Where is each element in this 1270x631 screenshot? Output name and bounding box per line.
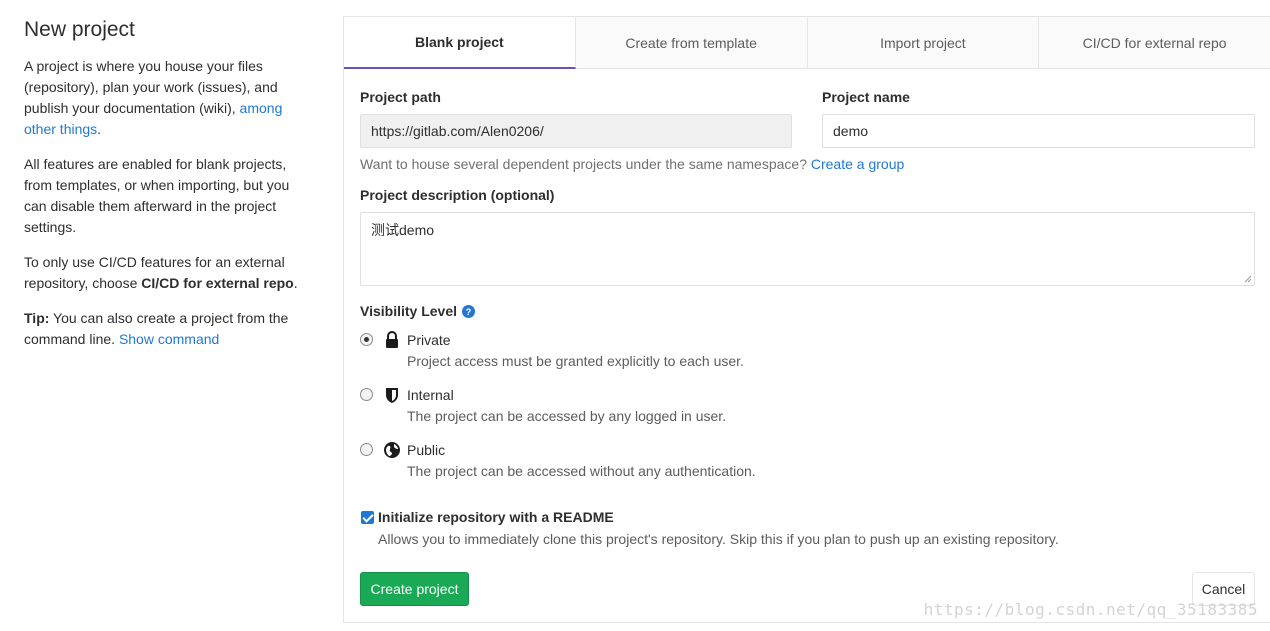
page-title: New project xyxy=(24,18,135,41)
globe-icon xyxy=(384,442,400,458)
visibility-level-text: Visibility Level xyxy=(360,303,458,319)
project-path-label: Project path xyxy=(360,89,441,105)
private-title: Private xyxy=(407,332,451,348)
tip-label: Tip: xyxy=(24,310,50,326)
show-command-link[interactable]: Show command xyxy=(119,331,219,347)
tab-create-from-template[interactable]: Create from template xyxy=(576,17,808,68)
cicd-paragraph: To only use CI/CD features for an extern… xyxy=(24,252,309,294)
namespace-help: Want to house several dependent projects… xyxy=(360,156,904,172)
question-circle-icon[interactable]: ? xyxy=(462,304,476,318)
new-project-panel: Blank project Create from template Impor… xyxy=(343,16,1270,623)
initialize-readme-label[interactable]: Initialize repository with a README xyxy=(378,509,614,525)
create-project-button[interactable]: Create project xyxy=(360,572,469,606)
tab-blank-project[interactable]: Blank project xyxy=(344,17,576,69)
private-description: Project access must be granted explicitl… xyxy=(407,353,744,369)
create-group-link[interactable]: Create a group xyxy=(811,156,904,172)
svg-text:?: ? xyxy=(466,307,472,317)
initialize-readme-checkbox[interactable] xyxy=(361,511,374,524)
features-paragraph: All features are enabled for blank proje… xyxy=(24,156,290,235)
intro-paragraph: A project is where you house your files … xyxy=(24,56,309,140)
public-title: Public xyxy=(407,442,446,458)
public-radio[interactable] xyxy=(360,443,373,456)
internal-title: Internal xyxy=(407,387,454,403)
internal-radio[interactable] xyxy=(360,388,373,401)
tab-cicd-external-repo[interactable]: CI/CD for external repo xyxy=(1039,17,1270,68)
intro-end: . xyxy=(97,121,102,137)
lock-icon xyxy=(386,331,398,348)
watermark: https://blog.csdn.net/qq_35183385 xyxy=(923,600,1258,619)
shield-icon xyxy=(386,388,398,403)
namespace-help-text: Want to house several dependent projects… xyxy=(360,156,811,172)
project-description-label: Project description (optional) xyxy=(360,187,555,203)
project-type-tabs: Blank project Create from template Impor… xyxy=(344,17,1270,69)
initialize-readme-help: Allows you to immediately clone this pro… xyxy=(378,531,1059,547)
project-name-label: Project name xyxy=(822,89,910,105)
project-path-input[interactable]: https://gitlab.com/Alen0206/ xyxy=(360,114,792,148)
project-info-sidebar: New project A project is where you house… xyxy=(24,16,309,364)
project-description-textarea[interactable]: 测试demo xyxy=(360,212,1255,286)
project-name-input[interactable]: demo xyxy=(822,114,1255,148)
cicd-bold: CI/CD for external repo xyxy=(141,275,294,291)
public-description: The project can be accessed without any … xyxy=(407,463,756,479)
private-radio[interactable] xyxy=(360,333,373,346)
cicd-end: . xyxy=(293,275,298,291)
resize-grip-icon[interactable] xyxy=(1244,275,1252,283)
tab-import-project[interactable]: Import project xyxy=(808,17,1040,68)
visibility-level-label: Visibility Level ? xyxy=(360,303,476,319)
internal-description: The project can be accessed by any logge… xyxy=(407,408,727,424)
tip-paragraph: Tip: You can also create a project from … xyxy=(24,308,309,350)
project-description-value: 测试demo xyxy=(371,222,435,238)
